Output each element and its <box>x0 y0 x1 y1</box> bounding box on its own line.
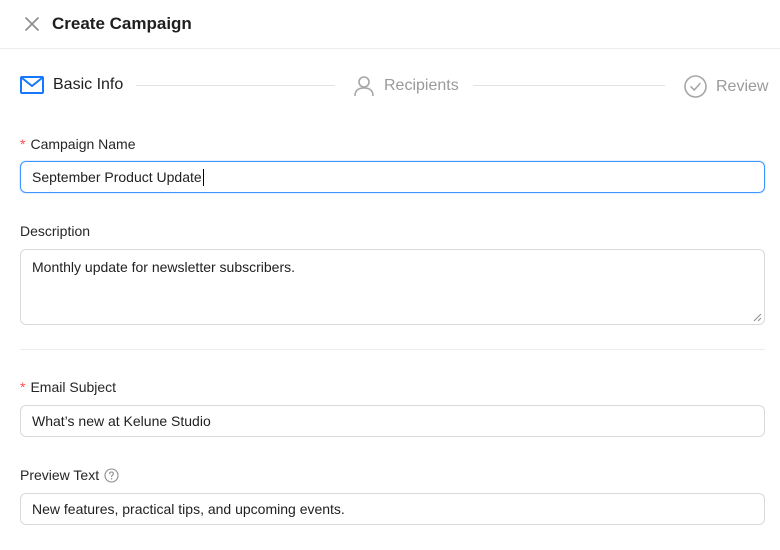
required-mark: * <box>20 136 26 152</box>
email-subject-input[interactable]: What’s new at Kelune Studio <box>20 405 765 437</box>
step-label: Review <box>716 77 769 95</box>
description-textarea[interactable]: Monthly update for newsletter subscriber… <box>20 249 765 325</box>
label-text: Email Subject <box>30 379 117 395</box>
modal-header: Create Campaign <box>0 0 780 49</box>
input-value: What’s new at Kelune Studio <box>32 413 211 429</box>
label-text: Preview Text <box>20 467 100 483</box>
description-label: Description <box>20 222 90 240</box>
close-button[interactable] <box>22 14 42 34</box>
required-mark: * <box>20 379 26 395</box>
step-connector <box>473 85 665 86</box>
section-divider <box>20 349 765 350</box>
mail-icon <box>20 76 44 94</box>
email-subject-label: * Email Subject <box>20 378 116 396</box>
text-caret <box>202 168 204 186</box>
preview-text-input[interactable]: New features, practical tips, and upcomi… <box>20 493 765 525</box>
campaign-name-label: * Campaign Name <box>20 135 136 153</box>
step-basic-info[interactable]: Basic Info <box>20 75 123 95</box>
resize-handle-icon[interactable] <box>753 313 762 322</box>
textarea-value: Monthly update for newsletter subscriber… <box>32 259 296 275</box>
question-circle-icon[interactable] <box>104 467 119 483</box>
step-label: Recipients <box>384 77 459 94</box>
page-title: Create Campaign <box>52 14 192 33</box>
label-text: Campaign Name <box>30 136 136 152</box>
user-icon <box>354 76 374 97</box>
step-recipients[interactable]: Recipients <box>353 75 459 97</box>
create-campaign-page: Create Campaign Basic Info Recipients Re… <box>0 0 780 550</box>
step-connector <box>136 85 335 86</box>
check-circle-icon <box>684 75 707 98</box>
close-icon <box>25 17 39 31</box>
campaign-name-input[interactable]: September Product Update <box>20 161 765 193</box>
step-review[interactable]: Review <box>684 75 768 98</box>
preview-text-label: Preview Text <box>20 466 119 484</box>
input-value: New features, practical tips, and upcomi… <box>32 501 345 517</box>
input-value: September Product Update <box>32 169 202 185</box>
label-text: Description <box>20 223 91 239</box>
step-label: Basic Info <box>53 76 124 93</box>
